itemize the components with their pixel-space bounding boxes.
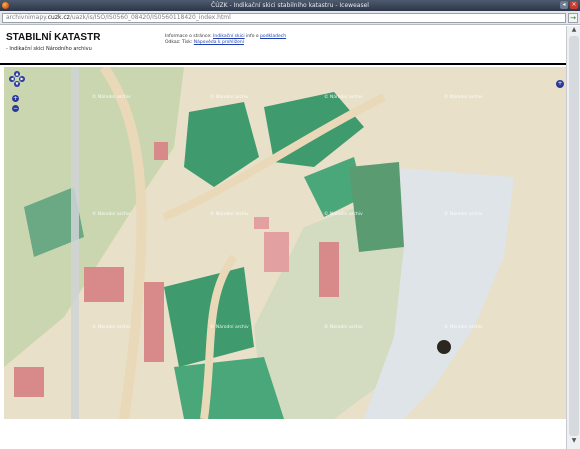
watermark: © Národní archiv — [92, 325, 131, 330]
window-title: ČÚZK - Indikační skici stabilního katast… — [211, 2, 369, 9]
watermark: © Národní archiv — [92, 95, 131, 100]
building-7 — [14, 367, 44, 397]
watermark: © Národní archiv — [324, 325, 363, 330]
watermark: © Národní archiv — [92, 212, 131, 217]
page-footer-space — [0, 420, 566, 449]
scroll-up-icon[interactable]: ▲ — [568, 26, 580, 36]
browser-app-icon — [2, 2, 9, 9]
layer-switcher-icon[interactable]: + — [556, 80, 564, 88]
url-prefix: archivnimapy. — [6, 14, 48, 21]
url-input[interactable]: archivnimapy.cuzk.cz/uazk/is/ISO/IS0560_… — [2, 13, 566, 23]
info-link-indikacni-skici[interactable]: Indikační skici — [213, 34, 245, 39]
page-info: Informace o stránce: Indikační skici inf… — [165, 34, 286, 46]
page-header: STABILNÍ KATASTR - Indikační skici Národ… — [0, 26, 580, 62]
map-viewport[interactable]: © Národní archiv © Národní archiv © Náro… — [4, 67, 566, 419]
vertical-scrollbar[interactable]: ▲ ▼ — [566, 26, 580, 449]
zoom-out-icon[interactable]: − — [12, 105, 19, 112]
pan-arrows-icon[interactable]: ▲ ◀ ▶ ▼ — [9, 71, 25, 87]
building-1 — [84, 267, 124, 302]
info-line-2: Odkaz: Tisk: Nápověda k prohlížení — [165, 40, 286, 46]
address-bar: archivnimapy.cuzk.cz/uazk/is/ISO/IS0560_… — [0, 11, 580, 25]
info-mid-text: info o — [246, 34, 259, 39]
ink-blot — [437, 340, 451, 354]
pan-right-icon[interactable]: ▶ — [19, 76, 25, 82]
watermark: © Národní archiv — [324, 95, 363, 100]
building-4 — [319, 242, 339, 297]
info-prefix-1: Informace o stránce: — [165, 34, 212, 39]
watermark: © Národní archiv — [444, 95, 483, 100]
url-path: /uazk/is/ISO/IS0560_08420/IS0560118420_i… — [69, 14, 231, 21]
watermark: © Národní archiv — [324, 212, 363, 217]
building-3 — [264, 232, 289, 272]
info-link-podklady[interactable]: podkladech — [260, 34, 286, 39]
page-title: STABILNÍ KATASTR — [6, 32, 101, 43]
info-prefix-2: Odkaz: Tisk: — [165, 40, 193, 45]
go-icon[interactable]: → — [568, 13, 578, 23]
building-2 — [144, 282, 164, 362]
zoom-in-icon[interactable]: + — [12, 95, 19, 102]
cadastral-map — [4, 67, 566, 419]
page-subtitle: - Indikační skici Národního archivu — [6, 46, 92, 52]
minimize-button[interactable]: ◂ — [560, 1, 568, 9]
close-button[interactable]: × — [570, 1, 578, 9]
watermark: © Národní archiv — [444, 325, 483, 330]
watermark: © Národní archiv — [210, 325, 249, 330]
pan-down-icon[interactable]: ▼ — [14, 81, 20, 87]
url-host: cuzk.cz — [47, 14, 70, 21]
watermark: © Národní archiv — [210, 95, 249, 100]
header-divider — [0, 63, 566, 65]
watermark: © Národní archiv — [444, 212, 483, 217]
info-link-napoveda[interactable]: Nápověda k prohlížení — [194, 40, 244, 45]
watermark: © Národní archiv — [210, 212, 249, 217]
building-6 — [254, 217, 269, 229]
scroll-down-icon[interactable]: ▼ — [568, 437, 580, 447]
window-titlebar: ČÚZK - Indikační skici stabilního katast… — [0, 0, 580, 11]
building-5 — [154, 142, 168, 160]
scrollbar-thumb[interactable] — [569, 36, 579, 436]
sheet-seam — [71, 67, 79, 419]
window-controls: ◂ × — [560, 1, 578, 10]
